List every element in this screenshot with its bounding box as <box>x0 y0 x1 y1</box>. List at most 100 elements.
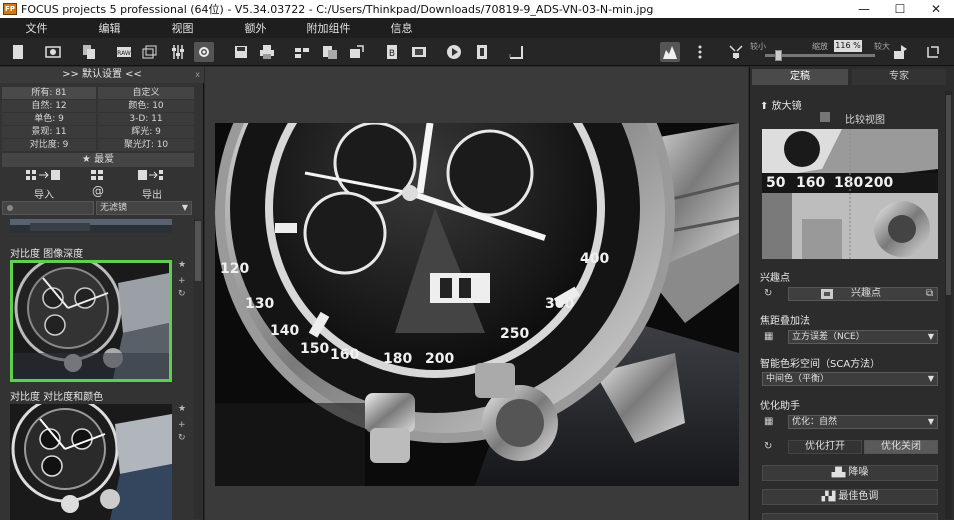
category-custom[interactable]: 自定义 <box>98 87 194 99</box>
close-button[interactable]: ✕ <box>918 0 954 18</box>
filter-row: 无滤镜 ▼ <box>2 201 192 215</box>
best-tone-label: 最佳色调 <box>838 491 879 502</box>
settings-sparkle-icon[interactable] <box>194 42 214 62</box>
category-mono[interactable]: 单色: 9 <box>2 113 96 125</box>
import-label[interactable]: 导入 <box>34 186 54 201</box>
refresh-icon[interactable]: ↻ <box>764 441 772 452</box>
raw-icon[interactable]: RAW <box>114 42 134 62</box>
open-camera-icon[interactable] <box>43 42 63 62</box>
focus-stack-section-title: 焦距叠加法 <box>760 316 810 327</box>
next-button-partial[interactable] <box>762 513 938 520</box>
tone-icon: ▞▟ <box>821 492 839 502</box>
maximize-button[interactable]: ☐ <box>882 0 918 18</box>
save-icon[interactable] <box>231 42 251 62</box>
scrollbar-thumb[interactable] <box>946 95 951 295</box>
optimize-on-button[interactable]: 优化打开 <box>788 440 862 454</box>
print-icon[interactable] <box>257 42 277 62</box>
zoom-slider-handle[interactable] <box>775 50 783 61</box>
svg-text:120: 120 <box>220 261 249 277</box>
scrollbar-thumb[interactable] <box>195 221 201 281</box>
adjust-sliders-icon[interactable] <box>168 42 188 62</box>
color-space-value: 中间色（平衡） <box>766 374 830 384</box>
panel-close-icon[interactable]: x <box>195 70 200 79</box>
bookmark-icon[interactable]: B <box>382 42 402 62</box>
export-icon[interactable] <box>138 169 168 184</box>
interest-point-button[interactable]: 兴趣点 <box>788 287 938 301</box>
filter-dropdown[interactable]: 无滤镜 ▼ <box>96 201 192 215</box>
menu-view[interactable]: 视图 <box>146 20 219 36</box>
favorite-star-icon[interactable]: ★ <box>178 260 186 270</box>
grid-icon[interactable]: ▦ <box>764 331 773 342</box>
category-color[interactable]: 颜色: 10 <box>98 100 194 112</box>
new-file-icon[interactable] <box>8 42 28 62</box>
favorite-star-icon[interactable]: ★ <box>178 404 186 414</box>
magnifier-preview[interactable]: 50 160 180 200 <box>762 129 938 259</box>
histogram-icon[interactable] <box>660 42 680 62</box>
menu-info[interactable]: 信息 <box>365 20 438 36</box>
menu-addons[interactable]: 附加组件 <box>292 20 365 36</box>
refresh-icon[interactable]: ↻ <box>178 433 186 443</box>
rotate-icon[interactable] <box>923 42 943 62</box>
copy-files-icon[interactable] <box>79 42 99 62</box>
film-strip-icon[interactable] <box>409 42 429 62</box>
add-icon[interactable]: + <box>178 276 186 286</box>
color-space-dropdown[interactable]: 中间色（平衡） ▼ <box>762 372 938 386</box>
share-icon[interactable] <box>346 42 366 62</box>
category-all[interactable]: 所有: 81 <box>2 87 96 99</box>
category-landscape[interactable]: 景观: 11 <box>2 126 96 138</box>
category-3d[interactable]: 3-D: 11 <box>98 113 194 125</box>
focus-stack-dropdown[interactable]: 立方误差（NCE） ▼ <box>788 330 938 344</box>
right-panel-scrollbar[interactable] <box>945 91 952 519</box>
svg-text:150: 150 <box>300 341 329 357</box>
category-contrast[interactable]: 对比度: 9 <box>2 139 96 151</box>
svg-text:250: 250 <box>500 326 529 342</box>
at-label[interactable]: @ <box>92 184 104 198</box>
export-layout-icon[interactable] <box>292 42 312 62</box>
optimize-off-button[interactable]: 优化关闭 <box>864 440 938 454</box>
info-card-icon[interactable] <box>472 42 492 62</box>
tab-expert[interactable]: 专家 <box>852 69 946 85</box>
dots-menu-icon[interactable] <box>690 42 710 62</box>
category-glow[interactable]: 辉光: 9 <box>98 126 194 138</box>
preset-thumbnail-selected[interactable] <box>10 260 172 382</box>
menu-file[interactable]: 文件 <box>0 20 73 36</box>
expand-icon[interactable]: ⧉ <box>926 288 933 299</box>
crop-frame-icon[interactable] <box>506 42 526 62</box>
search-icon <box>7 205 13 211</box>
refresh-icon[interactable]: ↻ <box>764 288 772 299</box>
presets-scrollbar[interactable] <box>194 219 202 519</box>
add-icon[interactable]: + <box>178 420 186 430</box>
compare-checkbox[interactable] <box>820 112 830 122</box>
tab-finalize[interactable]: 定稿 <box>752 69 848 85</box>
main-photo[interactable]: 120 130 140 150 160 180 200 250 300 400 <box>215 123 739 486</box>
magnifier-section-title[interactable]: ⬆ 放大镜 <box>760 97 802 112</box>
play-icon[interactable] <box>444 42 464 62</box>
category-spotlight[interactable]: 聚光灯: 10 <box>98 139 194 151</box>
chevron-down-icon: ▼ <box>927 374 934 383</box>
favorites-button[interactable]: ★ 最爱 <box>2 153 194 167</box>
frame-icon <box>821 289 833 299</box>
fit-window-icon[interactable] <box>726 42 746 62</box>
optimizer-dropdown[interactable]: 优化：自然 ▼ <box>788 415 938 429</box>
presets-panel-title[interactable]: >> 默认设置 << <box>0 67 204 83</box>
chevron-down-icon: ▼ <box>181 203 188 212</box>
zoom-value[interactable]: 116 % <box>834 40 862 52</box>
best-tone-button[interactable]: ▞▟ 最佳色调 <box>762 489 938 505</box>
menu-extra[interactable]: 额外 <box>219 20 292 36</box>
preset-thumbnail-partial[interactable] <box>10 219 172 233</box>
category-natural[interactable]: 自然: 12 <box>2 100 96 112</box>
filter-search-input[interactable] <box>2 201 94 215</box>
zoom-slider[interactable] <box>765 50 875 61</box>
refresh-icon[interactable]: ↻ <box>178 289 186 299</box>
export-label[interactable]: 导出 <box>142 186 162 201</box>
menu-edit[interactable]: 编辑 <box>73 20 146 36</box>
grid-icon[interactable]: ▦ <box>764 416 773 427</box>
share-presets-icon[interactable] <box>90 169 106 184</box>
batch-icon[interactable] <box>320 42 340 62</box>
layers-icon[interactable] <box>140 42 160 62</box>
minimize-button[interactable]: — <box>846 0 882 18</box>
preset-thumbnail[interactable] <box>10 404 172 520</box>
import-icon[interactable] <box>26 169 62 184</box>
zoom-in-icon[interactable] <box>890 42 910 62</box>
denoise-button[interactable]: ▟▙ 降噪 <box>762 465 938 481</box>
